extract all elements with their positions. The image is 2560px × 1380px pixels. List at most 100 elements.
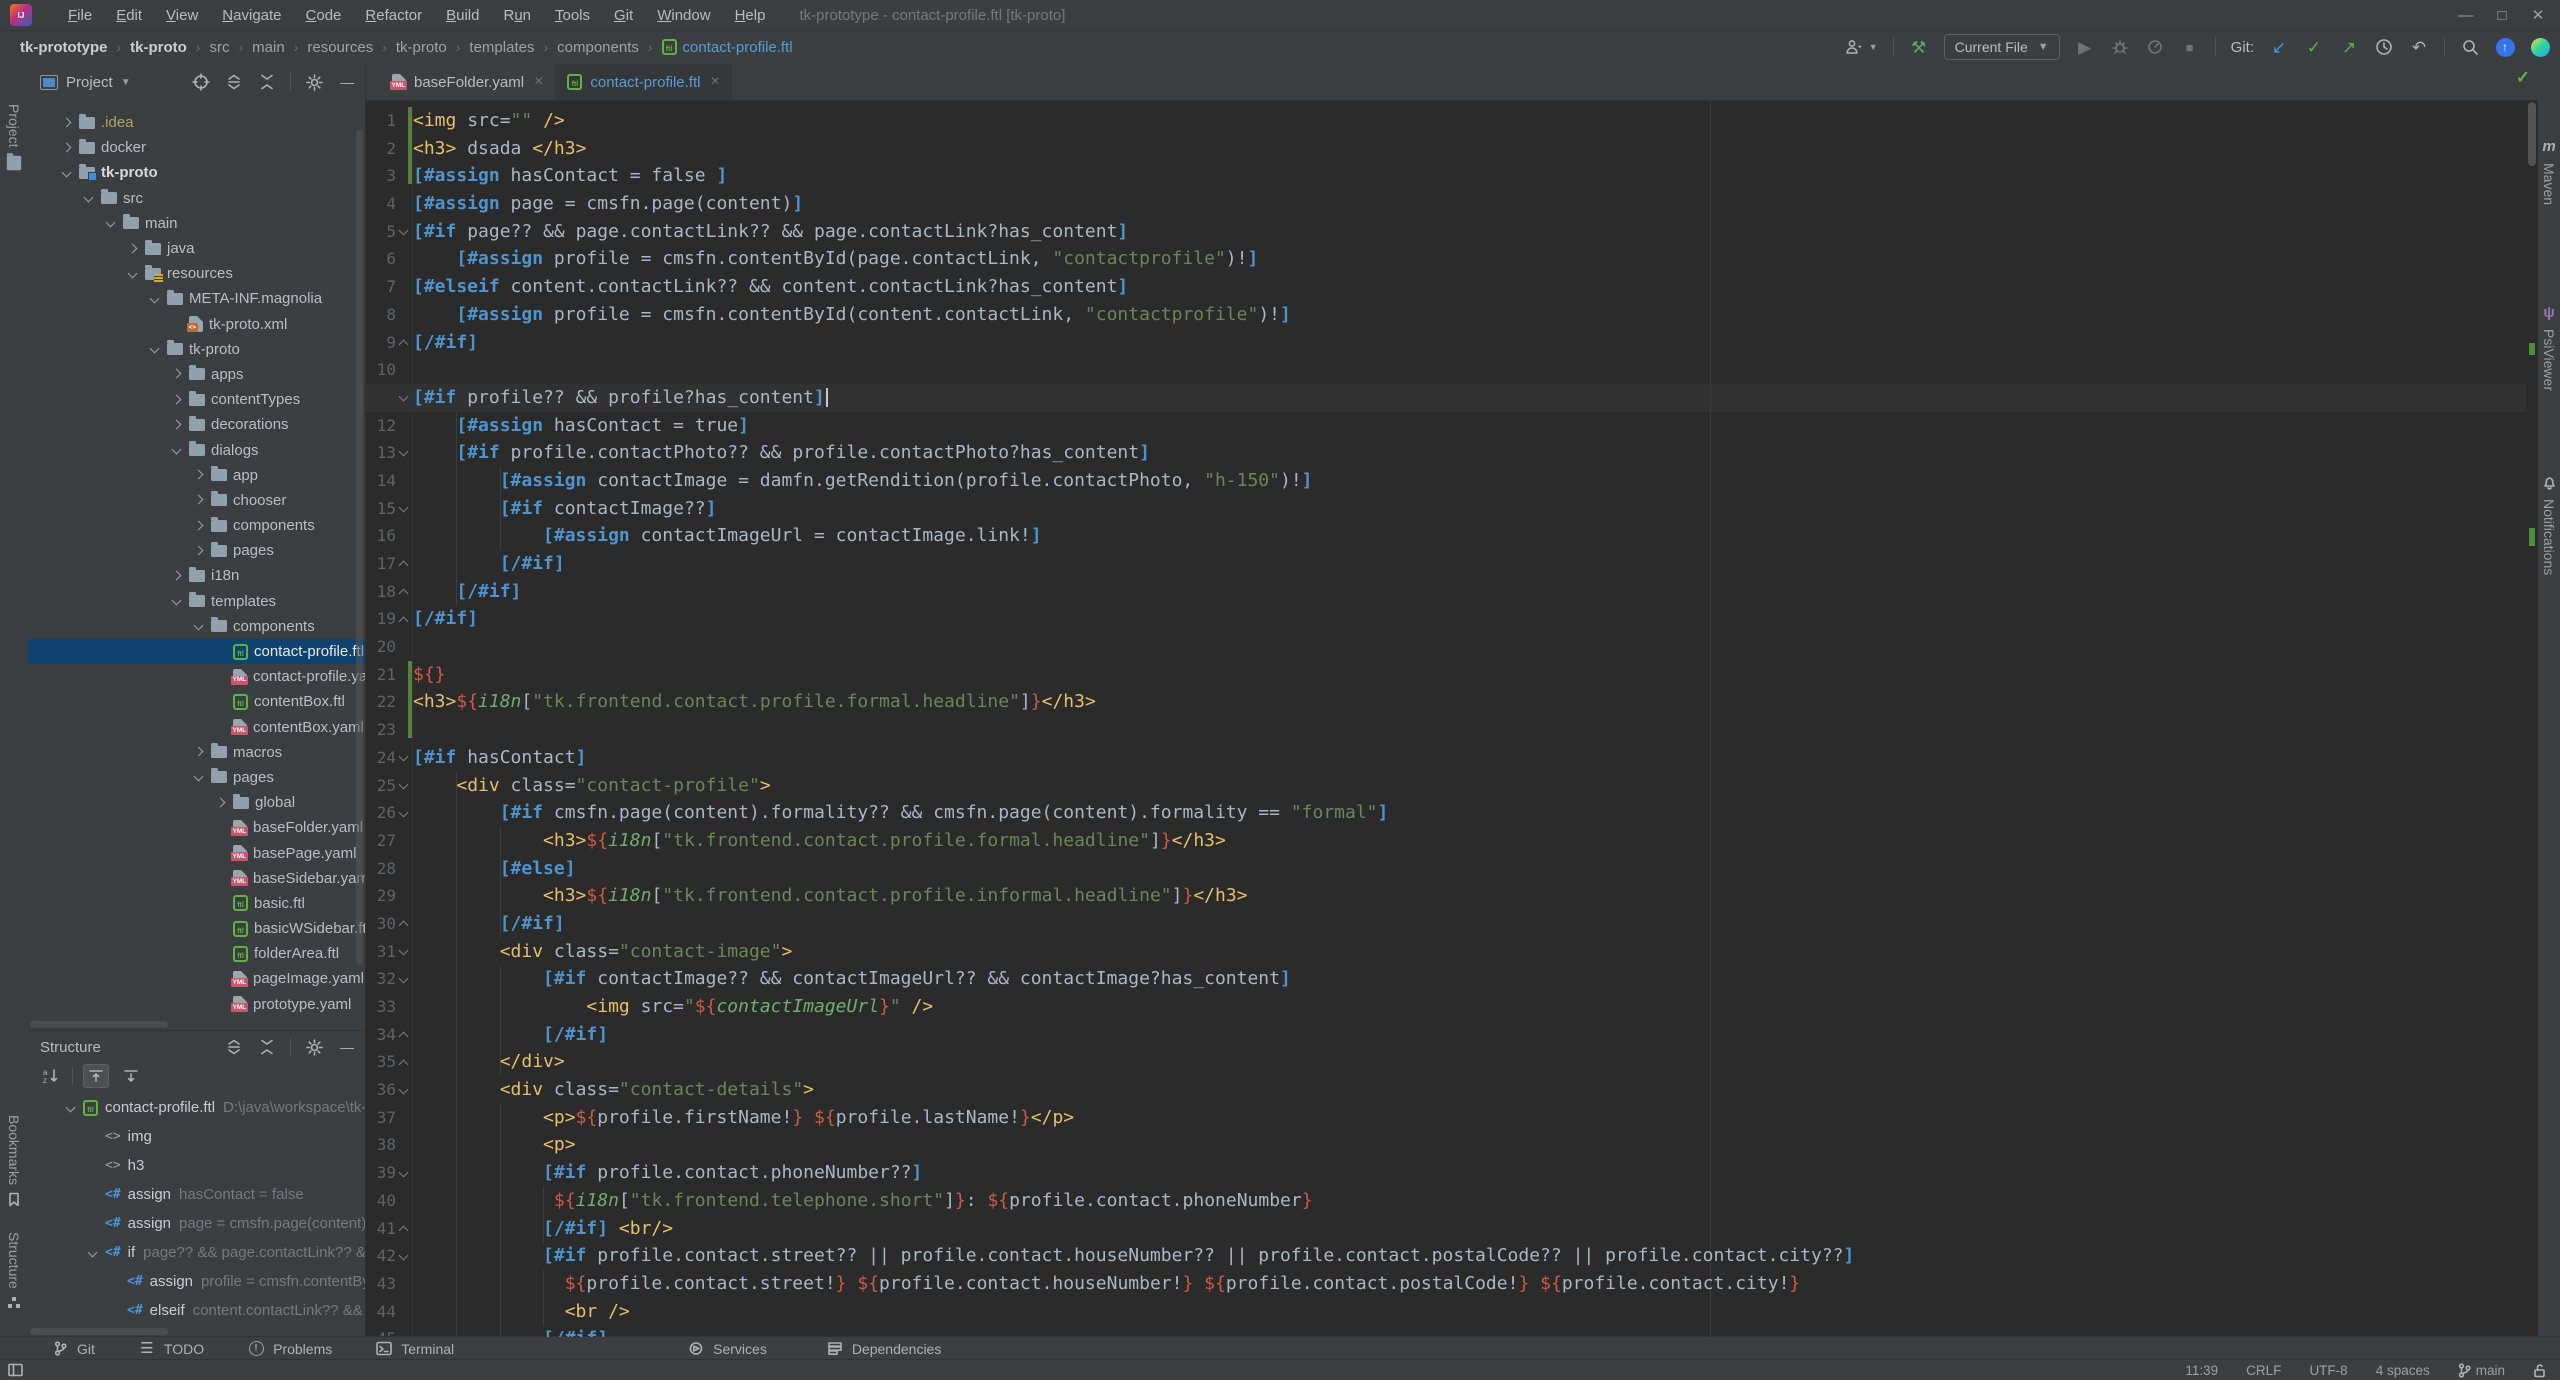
settings-icon[interactable] [304,72,324,92]
tree-item-src[interactable]: src [28,186,365,211]
close-icon[interactable]: ✕ [2522,2,2554,28]
chevron-expanded-icon[interactable] [192,770,206,784]
tool-window-button-dependencies[interactable]: Dependencies [825,1339,942,1359]
breadcrumb-item[interactable]: ftlcontact-profile.ftl [662,39,793,56]
tree-item-main[interactable]: main [28,211,365,236]
structure-item-assign[interactable]: <#assignhasContact = false [28,1180,365,1209]
chevron-collapsed-icon[interactable] [192,493,206,507]
fold-marker-icon[interactable] [398,917,408,927]
debug-icon[interactable] [2110,37,2130,57]
menu-help[interactable]: Help [723,7,778,24]
menu-code[interactable]: Code [294,7,354,24]
fold-marker-icon[interactable] [398,585,408,595]
tree-item-META-INF.magnolia[interactable]: META-INF.magnolia [28,286,365,311]
chevron-collapsed-icon[interactable] [192,468,206,482]
tree-item-dialogs[interactable]: dialogs [28,437,365,462]
chevron-expanded-icon[interactable] [86,1246,100,1260]
autoscroll-to-source-button[interactable] [119,1065,143,1087]
code-line-30[interactable]: [/#if] [413,910,2526,938]
tree-item-basicWSidebar.ftl[interactable]: ftlbasicWSidebar.ftl [28,916,365,941]
menu-view[interactable]: View [154,7,210,24]
sidebar-item-maven[interactable]: mMaven [2538,136,2560,205]
tree-item-apps[interactable]: apps [28,362,365,387]
code-line-32[interactable]: [#if contactImage?? && contactImageUrl??… [413,965,2526,993]
menu-git[interactable]: Git [602,7,645,24]
structure-item-elseif[interactable]: <#elseifcontent.contactLink?? && cont [28,1296,365,1323]
git-commit-icon[interactable]: ✓ [2304,37,2324,57]
code-line-20[interactable] [413,633,2526,661]
tool-window-button-services[interactable]: Services [686,1339,767,1359]
project-horizontal-scrollbar[interactable] [30,1021,168,1028]
breadcrumb-item[interactable]: tk-proto [396,39,447,56]
chevron-expanded-icon[interactable] [148,292,162,306]
code-line-40[interactable]: ${i18n["tk.frontend.telephone.short"]}: … [413,1187,2526,1215]
autoscroll-from-source-button[interactable] [83,1064,109,1088]
chevron-collapsed-icon[interactable] [170,367,184,381]
tool-window-button-terminal[interactable]: Terminal [374,1339,454,1359]
breadcrumb-item[interactable]: components [557,39,639,56]
breadcrumb-item[interactable]: resources [307,39,373,56]
sidebar-item-psiviewer[interactable]: ψPsiViewer [2538,302,2560,391]
settings-icon[interactable] [304,1037,324,1057]
locate-icon[interactable] [191,72,211,92]
code-line-15[interactable]: [#if contactImage??] [413,495,2526,523]
code-line-19[interactable]: [/#if] [413,605,2526,633]
code-line-12[interactable]: [#assign hasContact = true] [413,412,2526,440]
fold-marker-icon[interactable] [398,391,408,401]
fold-marker-icon[interactable] [398,502,408,512]
fold-marker-icon[interactable] [398,613,408,623]
sidebar-item-structure[interactable]: Structure [0,1232,28,1310]
code-line-10[interactable] [413,356,2526,384]
menu-window[interactable]: Window [645,7,722,24]
git-update-icon[interactable]: ↙ [2269,37,2289,57]
breadcrumb-item[interactable]: templates [469,39,534,56]
hide-icon[interactable]: — [337,72,357,92]
code-line-14[interactable]: [#assign contactImage = damfn.getRenditi… [413,467,2526,495]
chevron-expanded-icon[interactable] [60,166,74,180]
chevron-collapsed-icon[interactable] [192,519,206,533]
breadcrumb-item[interactable]: src [210,39,230,56]
expand-all-icon[interactable] [224,1037,244,1057]
code-line-31[interactable]: <div class="contact-image"> [413,938,2526,966]
fold-marker-icon[interactable] [398,945,408,955]
code-line-41[interactable]: [/#if] <br/> [413,1215,2526,1243]
code-line-23[interactable] [413,716,2526,744]
code-editor[interactable]: 1234567891011121314151617181920212223242… [366,100,2526,1337]
code-line-18[interactable]: [/#if] [413,578,2526,606]
structure-item-h3[interactable]: <>h3 [28,1151,365,1180]
code-line-11[interactable]: [#if profile?? && profile?has_content] [413,384,2526,412]
chevron-collapsed-icon[interactable] [170,569,184,583]
menu-run[interactable]: Run [491,7,543,24]
code-line-34[interactable]: [/#if] [413,1021,2526,1049]
code-line-4[interactable]: [#assign page = cmsfn.page(content)] [413,190,2526,218]
tree-item-pages[interactable]: pages [28,765,365,790]
structure-item-assign[interactable]: <#assignprofile = cmsfn.contentById(p [28,1267,365,1296]
code-line-35[interactable]: </div> [413,1048,2526,1076]
expand-all-icon[interactable] [224,72,244,92]
chevron-collapsed-icon[interactable] [170,393,184,407]
menu-refactor[interactable]: Refactor [353,7,434,24]
tree-item-docker[interactable]: docker [28,135,365,160]
code-line-21[interactable]: ${} [413,661,2526,689]
code-line-9[interactable]: [/#if] [413,329,2526,357]
hide-icon[interactable]: — [337,1037,357,1057]
tree-item-components[interactable]: components [28,513,365,538]
breadcrumb-item[interactable]: tk-proto [130,39,187,56]
tab-close-icon[interactable]: × [534,73,543,91]
chevron-collapsed-icon[interactable] [192,544,206,558]
tool-window-button-todo[interactable]: ☰TODO [137,1339,204,1359]
code-line-39[interactable]: [#if profile.contact.phoneNumber??] [413,1159,2526,1187]
tree-item-baseSidebar.yaml[interactable]: YMLbaseSidebar.yaml [28,866,365,891]
tree-item-baseFolder.yaml[interactable]: YMLbaseFolder.yaml [28,815,365,840]
code-line-2[interactable]: <h3> dsada </h3> [413,135,2526,163]
run-configuration-select[interactable]: Current File▼ [1944,34,2060,60]
tree-item-basic.ftl[interactable]: ftlbasic.ftl [28,891,365,916]
minimize-icon[interactable]: — [2450,2,2482,28]
code-line-6[interactable]: [#assign profile = cmsfn.contentById(pag… [413,245,2526,273]
code-line-24[interactable]: [#if hasContact] [413,744,2526,772]
menu-build[interactable]: Build [434,7,491,24]
maximize-icon[interactable]: □ [2486,2,2518,28]
stop-icon[interactable]: ■ [2180,37,2200,57]
code-line-38[interactable]: <p> [413,1131,2526,1159]
tool-window-button-git[interactable]: Git [50,1339,95,1359]
